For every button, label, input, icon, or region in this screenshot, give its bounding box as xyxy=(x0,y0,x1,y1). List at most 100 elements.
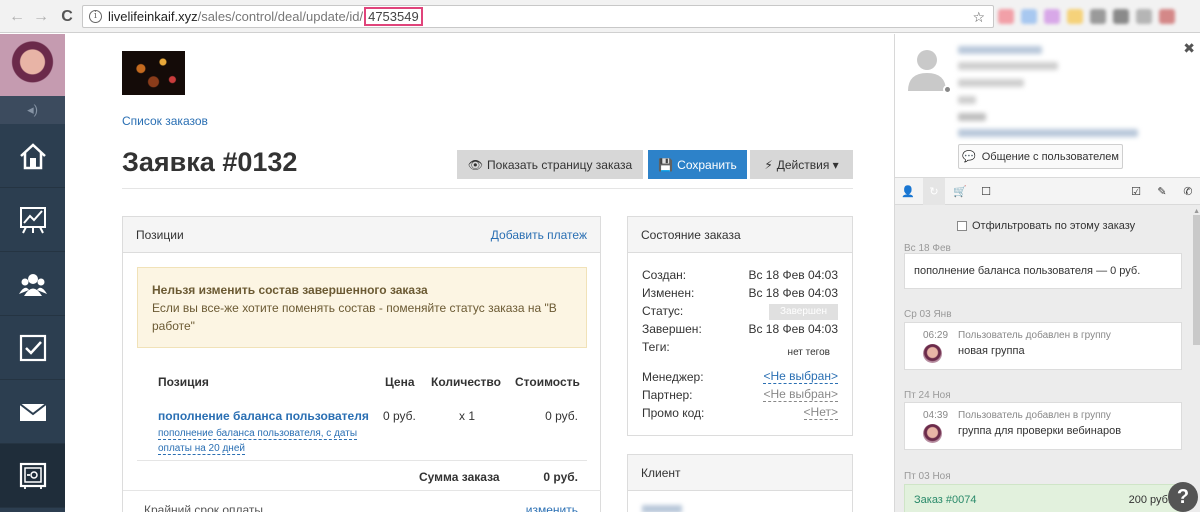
status-label: Статус: xyxy=(642,304,684,318)
browser-toolbar: ← → C i livelifeinkaif.xyz/sales/control… xyxy=(0,0,1200,33)
item-cost: 0 руб. xyxy=(545,409,578,423)
tasks-icon xyxy=(19,334,46,361)
tab-orders[interactable]: 🛒 xyxy=(949,178,971,205)
item-description-line2: оплаты на 20 дней xyxy=(158,443,245,455)
manager-select[interactable]: <Не выбран> xyxy=(763,370,838,384)
browser-extension-icon[interactable] xyxy=(998,9,1014,24)
back-button[interactable]: ← xyxy=(6,6,28,28)
feed-item-text: пополнение баланса пользователя — 0 руб. xyxy=(914,265,1141,277)
reload-button[interactable]: C xyxy=(56,6,78,28)
home-icon xyxy=(19,142,46,169)
tab-tasks[interactable]: ☑ xyxy=(1125,178,1147,205)
sound-toggle[interactable]: ◂) xyxy=(0,96,65,124)
sidebar-item-sales[interactable] xyxy=(0,444,65,508)
add-payment-link[interactable]: Добавить платеж xyxy=(491,228,587,242)
forward-button[interactable]: → xyxy=(30,6,52,28)
browser-extension-icon[interactable] xyxy=(1044,9,1060,24)
browser-extension-icon[interactable] xyxy=(1113,9,1129,24)
sidebar-item-users[interactable] xyxy=(0,252,65,316)
warning-text: Если вы все-же хотите поменять состав - … xyxy=(152,301,557,333)
browser-extension-icon[interactable] xyxy=(1067,9,1083,24)
warning-title: Нельзя изменить состав завершенного зака… xyxy=(152,283,428,297)
browser-extension-icon[interactable] xyxy=(1021,9,1037,24)
users-icon xyxy=(18,273,47,296)
user-info-panel: ✖ 💬 Общение с пользователем 👤 ↻ 🛒 ☐ ☑ ✎ … xyxy=(894,34,1200,512)
changed-value: Вс 18 Фев 04:03 xyxy=(748,286,838,300)
tab-notes[interactable]: ✎ xyxy=(1151,178,1173,205)
order-sum-label: Сумма заказа xyxy=(419,470,500,484)
chat-with-user-button[interactable]: 💬 Общение с пользователем xyxy=(958,144,1123,169)
item-description[interactable]: пополнение баланса пользователя, с даты … xyxy=(158,426,370,456)
user-avatar[interactable] xyxy=(0,34,65,96)
feed-item[interactable]: пополнение баланса пользователя — 0 руб. xyxy=(904,253,1182,289)
item-name-link[interactable]: пополнение баланса пользователя xyxy=(158,409,369,423)
partner-label: Партнер: xyxy=(642,388,693,402)
promo-code-select[interactable]: <Нет> xyxy=(803,406,838,420)
close-icon[interactable]: ✖ xyxy=(1183,40,1195,57)
feed-item-time: 04:39 xyxy=(923,410,949,421)
browser-extension-icon[interactable] xyxy=(1090,9,1106,24)
positions-panel: Позиции Добавить платеж Нельзя изменить … xyxy=(122,216,601,512)
url-host: livelifeinkaif.xyz xyxy=(108,9,198,24)
client-panel-header: Клиент xyxy=(628,455,852,491)
history-icon: ↻ xyxy=(929,186,939,198)
actions-dropdown-button[interactable]: ⚡ Действия ▾ xyxy=(750,150,853,179)
url-path: /sales/control/deal/update/id/ xyxy=(197,9,364,24)
column-position: Позиция xyxy=(158,375,209,389)
tab-calls[interactable]: ✆ xyxy=(1177,178,1199,205)
feed-item-meta: Пользователь добавлен в группу xyxy=(958,410,1111,421)
sidebar-item-tasks[interactable] xyxy=(0,316,65,380)
address-bar[interactable]: i livelifeinkaif.xyz/sales/control/deal/… xyxy=(82,5,994,28)
positions-panel-title: Позиции xyxy=(136,227,184,242)
forward-arrow-icon: → xyxy=(33,8,49,25)
help-button[interactable]: ? xyxy=(1168,482,1198,512)
user-card: ✖ 💬 Общение с пользователем xyxy=(895,34,1200,177)
phone-icon: ✆ xyxy=(1183,186,1193,198)
tab-profile[interactable]: 👤 xyxy=(897,178,919,205)
change-deadline-link[interactable]: изменить xyxy=(526,503,578,512)
feed-order-item[interactable]: Заказ #0074 200 руб. xyxy=(904,484,1182,512)
deadline-divider xyxy=(123,490,601,491)
user-email-blurred xyxy=(958,62,1058,70)
user-name-blurred xyxy=(958,46,1042,54)
scroll-up-arrow-icon[interactable]: ▲ xyxy=(1193,208,1200,215)
tags-value[interactable]: нет тегов xyxy=(788,347,830,358)
cart-icon: 🛒 xyxy=(953,186,967,198)
order-state-header: Состояние заказа xyxy=(628,217,852,253)
filter-checkbox[interactable] xyxy=(957,221,967,231)
feed-item-avatar xyxy=(923,344,942,363)
show-order-page-label: Показать страницу заказа xyxy=(487,157,633,172)
bookmark-star-icon[interactable]: ☆ xyxy=(972,9,985,26)
show-order-page-button[interactable]: 👁 Показать страницу заказа xyxy=(457,150,643,179)
sidebar-item-messages[interactable] xyxy=(0,380,65,444)
main-content: Список заказов Заявка #0132 👁 Показать с… xyxy=(65,34,894,512)
sidebar-item-home[interactable] xyxy=(0,124,65,188)
info-icon[interactable]: i xyxy=(89,10,102,23)
feed-scrollbar[interactable] xyxy=(1193,215,1200,345)
status-badge[interactable]: Завершен xyxy=(769,304,838,320)
browser-extension-icon[interactable] xyxy=(1136,9,1152,24)
save-button[interactable]: 💾 Сохранить xyxy=(648,150,747,179)
tab-device[interactable]: ☐ xyxy=(975,178,997,205)
orders-list-link[interactable]: Список заказов xyxy=(122,114,208,128)
promo-code-label: Промо код: xyxy=(642,406,705,420)
payment-deadline-label: Крайний срок оплаты xyxy=(144,503,264,512)
school-logo xyxy=(122,51,185,95)
feed-item-text: группа для проверки вебинаров xyxy=(958,425,1122,437)
pencil-icon: ✎ xyxy=(1157,186,1167,198)
browser-extension-icon[interactable] xyxy=(1159,9,1175,24)
feed-item[interactable]: 04:39 Пользователь добавлен в группу гру… xyxy=(904,402,1182,450)
feed-date: Ср 03 Янв xyxy=(904,309,952,320)
feed-order-link[interactable]: Заказ #0074 xyxy=(914,494,977,506)
tab-history[interactable]: ↻ xyxy=(923,178,945,205)
partner-select[interactable]: <Не выбран> xyxy=(763,388,838,402)
title-divider xyxy=(122,188,853,189)
feed-item[interactable]: 06:29 Пользователь добавлен в группу нов… xyxy=(904,322,1182,370)
sidebar-item-statistics[interactable] xyxy=(0,188,65,252)
finished-label: Завершен: xyxy=(642,322,702,336)
filter-label: Отфильтровать по этому заказу xyxy=(972,220,1136,232)
finished-value: Вс 18 Фев 04:03 xyxy=(748,322,838,336)
feed-order-amount: 200 руб. xyxy=(1128,494,1171,506)
feed-item-time: 06:29 xyxy=(923,330,949,341)
filter-by-order-toggle[interactable]: Отфильтровать по этому заказу xyxy=(957,220,1135,232)
